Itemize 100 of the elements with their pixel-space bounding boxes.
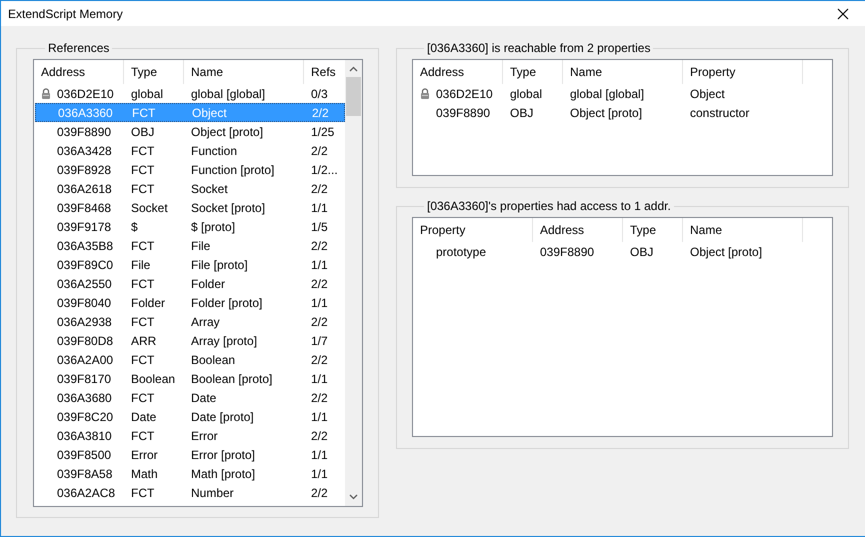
table-cell: 036D2E10 — [57, 86, 114, 100]
table-cell: 2/2 — [311, 144, 328, 158]
table-cell: 1/25 — [311, 124, 334, 138]
table-cell: 1/7 — [311, 334, 328, 348]
table-cell: FCT — [132, 106, 156, 120]
table-cell: 0/3 — [311, 86, 328, 100]
table-cell: 1/1 — [311, 448, 328, 462]
close-icon[interactable] — [837, 8, 849, 20]
table-cell: global [global] — [191, 86, 266, 100]
table-cell: 2/2 — [311, 314, 328, 328]
table-cell: 036A3360 — [58, 106, 113, 120]
table-cell: File — [131, 258, 150, 272]
column-header[interactable]: Type — [623, 218, 683, 242]
table-cell: Object [proto] — [570, 106, 642, 120]
table-cell: 2/2 — [312, 106, 329, 120]
table-cell: 039F9178 — [57, 220, 112, 234]
table-cell: 036A3810 — [57, 428, 112, 442]
table-cell: 039F8500 — [57, 448, 112, 462]
table-cell: Boolean [proto] — [191, 372, 272, 386]
column-header[interactable]: Address — [533, 218, 623, 242]
table-cell: FCT — [131, 182, 154, 196]
table-cell: Error [proto] — [191, 448, 256, 462]
table-cell: 036A35B8 — [57, 238, 114, 252]
table-cell: 1/1 — [311, 372, 328, 386]
table-cell: Object [proto] — [690, 244, 762, 258]
table-cell: 039F80D8 — [57, 334, 114, 348]
column-header[interactable]: Type — [124, 60, 184, 84]
group-title: [036A3360]'s properties had access to 1 addr. — [426, 199, 672, 213]
table-cell: global — [131, 86, 164, 100]
table-cell: FCT — [131, 144, 154, 158]
table-cell: 1/1 — [311, 200, 328, 214]
table-cell: FCT — [131, 238, 154, 252]
table-cell: Folder [proto] — [191, 296, 262, 310]
column-header[interactable]: Address — [413, 60, 503, 84]
column-header[interactable]: Address — [34, 60, 124, 84]
table-cell: Error — [131, 448, 158, 462]
table-cell: 1/5 — [311, 220, 328, 234]
table-cell: global — [510, 86, 542, 100]
table-cell: File [proto] — [191, 258, 248, 272]
table-cell: File — [191, 238, 210, 252]
table-cell: FCT — [131, 428, 154, 442]
table-cell: Socket — [191, 182, 228, 196]
table-cell: FCT — [131, 162, 154, 176]
table-cell: 036A2938 — [57, 314, 112, 328]
table-cell: Number — [191, 486, 234, 500]
column-header[interactable]: Name — [184, 60, 304, 84]
table-cell: Object — [192, 106, 227, 120]
table-cell: 039F8170 — [57, 372, 112, 386]
table-cell: 039F89C0 — [57, 258, 114, 272]
scroll-up-icon[interactable] — [349, 66, 358, 72]
table-cell: 039F8A58 — [57, 466, 112, 480]
table-cell: Socket — [131, 200, 168, 214]
table-cell: 039F8040 — [57, 296, 112, 310]
table-cell: Folder — [131, 296, 166, 310]
table-cell: prototype — [436, 244, 486, 258]
table-cell: 039F8928 — [57, 162, 112, 176]
table-cell: Date — [131, 410, 156, 424]
table-cell: 1/1 — [311, 466, 328, 480]
table-cell: Date [proto] — [191, 410, 254, 424]
table-cell: 2/2 — [311, 486, 328, 500]
table-cell: ARR — [131, 334, 156, 348]
table-cell: Math — [131, 466, 158, 480]
table-cell: 1/1 — [311, 410, 328, 424]
group-title: References — [47, 41, 110, 55]
table-cell: Object — [690, 86, 725, 100]
column-header[interactable]: Type — [503, 60, 563, 84]
table-cell: 039F8890 — [540, 244, 594, 258]
table-cell: Math [proto] — [191, 466, 256, 480]
table-cell: Date — [191, 390, 216, 404]
table-cell: 1/2... — [311, 162, 338, 176]
table-cell: FCT — [131, 390, 154, 404]
group-title: [036A3360] is reachable from 2 properties — [426, 41, 652, 55]
table-cell: Socket [proto] — [191, 200, 266, 214]
column-header[interactable]: Refs — [304, 60, 343, 84]
table-cell: 2/2 — [311, 276, 328, 290]
table-cell: Array [proto] — [191, 334, 258, 348]
table-cell: 036A2618 — [57, 182, 112, 196]
table-cell: Error — [191, 428, 218, 442]
column-header[interactable]: Name — [563, 60, 683, 84]
scroll-down-icon[interactable] — [349, 494, 358, 500]
table-cell: 1/1 — [311, 258, 328, 272]
table-cell: 036A2AC8 — [57, 486, 116, 500]
table-cell: 036A2A00 — [57, 352, 114, 366]
table-cell: 2/2 — [311, 428, 328, 442]
table-cell: 039F8468 — [57, 200, 112, 214]
table-cell: 2/2 — [311, 352, 328, 366]
scroll-thumb[interactable] — [346, 77, 361, 116]
table-cell: 036D2E10 — [436, 86, 493, 100]
table-cell: 039F8C20 — [57, 410, 114, 424]
column-header[interactable]: Property — [683, 60, 803, 84]
table-cell: 036A3680 — [57, 390, 112, 404]
table-cell: global [global] — [570, 86, 644, 100]
table-cell: FCT — [131, 276, 154, 290]
column-header[interactable]: Property — [413, 218, 533, 242]
column-header[interactable]: Name — [683, 218, 803, 242]
table-cell: FCT — [131, 486, 154, 500]
table-cell: 036A3428 — [57, 144, 112, 158]
table-cell: OBJ — [630, 244, 654, 258]
scrollbar[interactable] — [345, 60, 362, 506]
table-cell: constructor — [690, 106, 750, 120]
